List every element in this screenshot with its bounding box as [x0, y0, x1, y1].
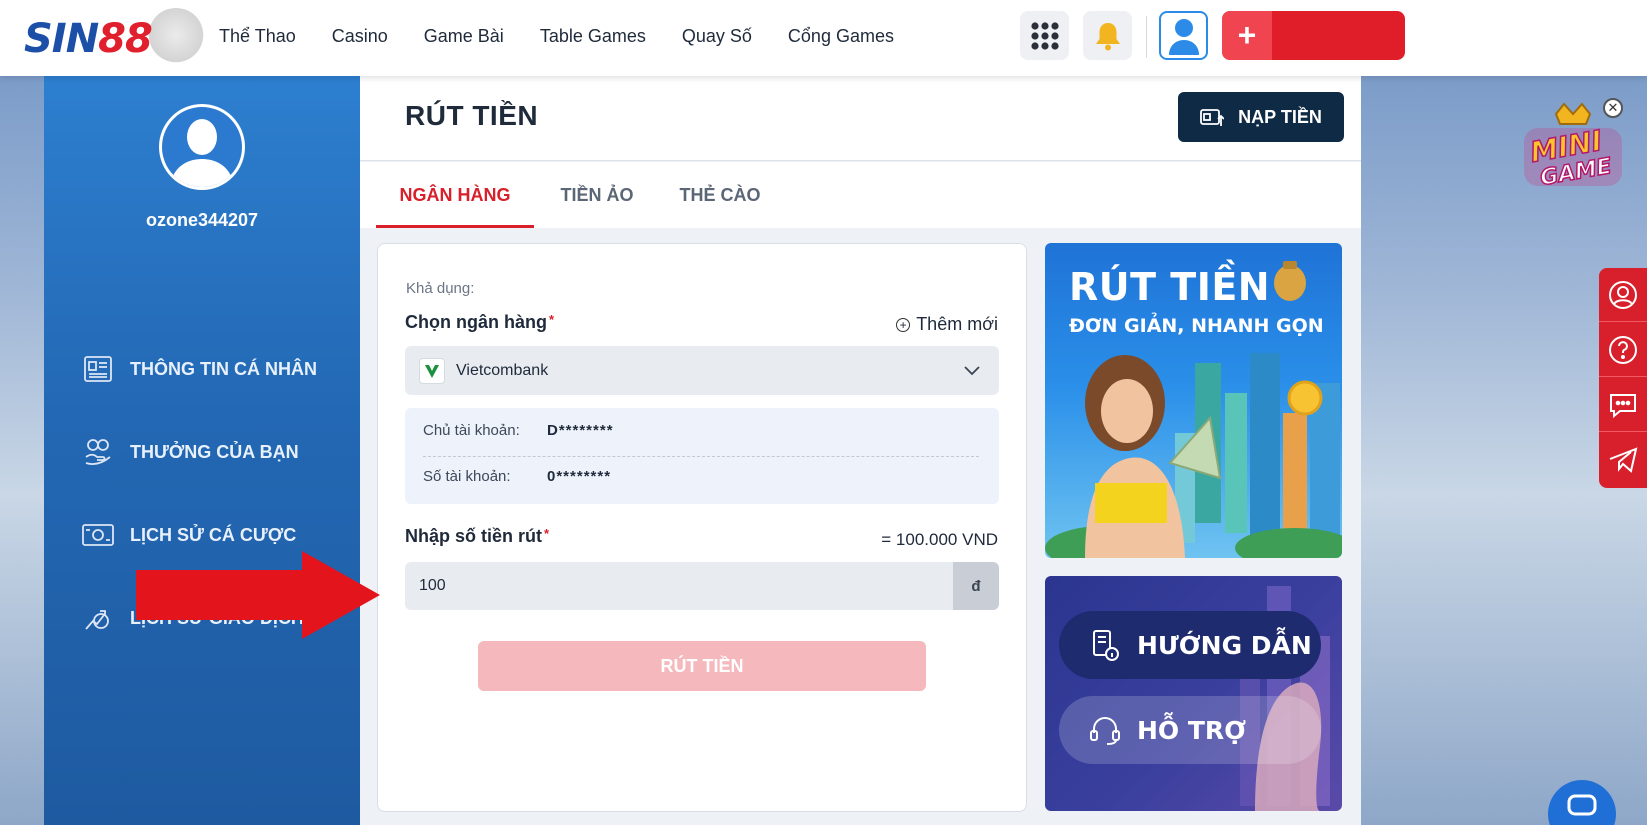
deposit-button[interactable]: NẠP TIỀN — [1178, 92, 1344, 142]
lion-emblem-icon — [146, 8, 206, 68]
sidebar-item-label: LỊCH SỬ CÁ CƯỢC — [130, 524, 297, 545]
top-bar: SIN88 Thể Thao Casino Game Bài Table Gam… — [0, 0, 1647, 76]
apps-button[interactable] — [1020, 11, 1069, 60]
support-button[interactable]: HỖ TRỢ — [1059, 696, 1321, 764]
logo-text: SIN88 — [24, 16, 153, 62]
side-telegram-button[interactable] — [1599, 433, 1647, 487]
promo-subtitle: ĐƠN GIẢN, NHANH GỌN — [1069, 315, 1324, 337]
chat-icon — [1610, 393, 1636, 418]
chat-bubble-icon — [1567, 794, 1597, 816]
account-number-value: 0******** — [547, 468, 612, 485]
user-circle-icon — [1609, 280, 1637, 309]
nav-cong-games[interactable]: Cổng Games — [788, 26, 894, 47]
amount-input[interactable] — [405, 562, 953, 610]
user-account-button[interactable] — [1159, 11, 1208, 60]
page-title: RÚT TIỀN — [405, 100, 539, 131]
withdraw-form-card: Khả dụng: Chọn ngân hàng * + Thêm mới Vie… — [377, 243, 1027, 812]
withdraw-submit-button[interactable]: RÚT TIỀN — [478, 641, 926, 691]
account-sidebar: ozone344207 THÔNG TIN CÁ NHÂN THƯỞNG CỦA… — [44, 76, 360, 825]
reward-icon — [82, 436, 114, 468]
amount-label-text: Nhập số tiền rút — [405, 526, 543, 546]
user-icon — [1168, 18, 1199, 55]
chevron-down-icon — [964, 366, 980, 376]
sidebar-item-bet-history[interactable]: LỊCH SỬ CÁ CƯỢC — [82, 515, 296, 555]
nav-the-thao[interactable]: Thể Thao — [219, 26, 296, 47]
side-toolbar — [1599, 268, 1647, 488]
add-bank-label: Thêm mới — [916, 314, 998, 334]
account-holder-label: Chủ tài khoản: — [423, 422, 520, 439]
bank-select[interactable]: Vietcombank — [405, 346, 999, 395]
side-help-button[interactable] — [1599, 323, 1647, 377]
avatar[interactable] — [159, 104, 245, 190]
amount-field: đ — [405, 562, 999, 610]
withdraw-method-tabs: NGÂN HÀNG TIỀN ẢO THẺ CÀO — [360, 162, 1361, 228]
transaction-history-icon — [82, 602, 114, 634]
available-balance-label: Khả dụng: — [406, 280, 475, 297]
pointer-arrow-annotation — [136, 551, 380, 639]
support-label: HỖ TRỢ — [1137, 715, 1247, 745]
add-bank-link[interactable]: + Thêm mới — [896, 314, 998, 335]
sidebar-item-label: THÔNG TIN CÁ NHÂN — [130, 358, 317, 379]
withdraw-promo-banner[interactable]: RÚT TIỀN ĐƠN GIẢN, NHANH GỌN — [1045, 243, 1342, 558]
bell-icon — [1095, 22, 1120, 50]
live-chat-button[interactable] — [1548, 780, 1616, 825]
wallet-deposit-icon — [1200, 109, 1225, 126]
deposit-button-label: NẠP TIỀN — [1238, 106, 1322, 127]
bank-select-label: Chọn ngân hàng * — [405, 312, 554, 333]
selected-bank-name: Vietcombank — [456, 361, 549, 379]
quick-deposit-button[interactable]: + — [1222, 11, 1405, 60]
question-icon — [1609, 335, 1637, 364]
logo-sin: SIN — [24, 16, 99, 62]
vietcombank-logo-icon — [419, 357, 445, 384]
required-mark: * — [548, 312, 555, 327]
withdraw-panel: RÚT TIỀN NẠP TIỀN NGÂN HÀNG TIỀN ẢO THẺ … — [360, 76, 1361, 825]
promo-title: RÚT TIỀN — [1069, 265, 1271, 309]
mini-game-close-button[interactable]: ✕ — [1603, 98, 1623, 118]
panel-header: RÚT TIỀN NẠP TIỀN — [360, 76, 1361, 161]
account-holder-value: D******** — [547, 422, 614, 439]
account-info-box: Chủ tài khoản: D******** Số tài khoản: 0… — [405, 408, 999, 504]
guide-book-icon — [1087, 627, 1123, 663]
divider — [423, 456, 979, 457]
username: ozone344207 — [145, 210, 259, 230]
currency-unit: đ — [953, 562, 999, 610]
tab-bank[interactable]: NGÂN HÀNG — [376, 162, 534, 228]
headset-icon — [1087, 712, 1123, 748]
sidebar-item-label: THƯỞNG CỦA BẠN — [130, 441, 299, 462]
bank-select-label-text: Chọn ngân hàng — [405, 312, 547, 332]
amount-label: Nhập số tiền rút * — [405, 526, 549, 547]
sin88-logo[interactable]: SIN88 — [24, 8, 206, 68]
plus-circle-icon: + — [896, 317, 911, 332]
user-silhouette-icon — [170, 119, 234, 187]
main-nav: Thể Thao Casino Game Bài Table Games Qua… — [219, 0, 930, 72]
nav-game-bai[interactable]: Game Bài — [424, 26, 504, 47]
account-number-label: Số tài khoản: — [423, 468, 511, 485]
side-chat-button[interactable] — [1599, 378, 1647, 432]
nav-table-games[interactable]: Table Games — [540, 26, 646, 47]
nav-casino[interactable]: Casino — [332, 26, 388, 47]
notifications-button[interactable] — [1083, 11, 1132, 60]
amount-converted: = 100.000 VND — [881, 530, 998, 549]
side-profile-button[interactable] — [1599, 268, 1647, 322]
profile-card-icon — [82, 353, 114, 385]
telegram-icon — [1609, 447, 1638, 473]
header-separator — [1146, 16, 1147, 58]
tab-card[interactable]: THẺ CÀO — [660, 162, 780, 228]
nav-quay-so[interactable]: Quay Số — [682, 26, 752, 47]
plus-icon: + — [1222, 11, 1272, 60]
help-panel: HƯỚNG DẪN HỖ TRỢ — [1045, 576, 1342, 811]
tab-crypto[interactable]: TIỀN ẢO — [538, 162, 656, 228]
required-mark: * — [544, 526, 550, 541]
sidebar-item-rewards[interactable]: THƯỞNG CỦA BẠN — [82, 432, 299, 472]
guide-button[interactable]: HƯỚNG DẪN — [1059, 611, 1321, 679]
bet-history-icon — [82, 519, 114, 551]
logo-88: 88 — [98, 16, 153, 62]
sidebar-item-personal-info[interactable]: THÔNG TIN CÁ NHÂN — [82, 349, 317, 389]
guide-label: HƯỚNG DẪN — [1137, 630, 1312, 660]
grid-icon — [1030, 21, 1059, 50]
